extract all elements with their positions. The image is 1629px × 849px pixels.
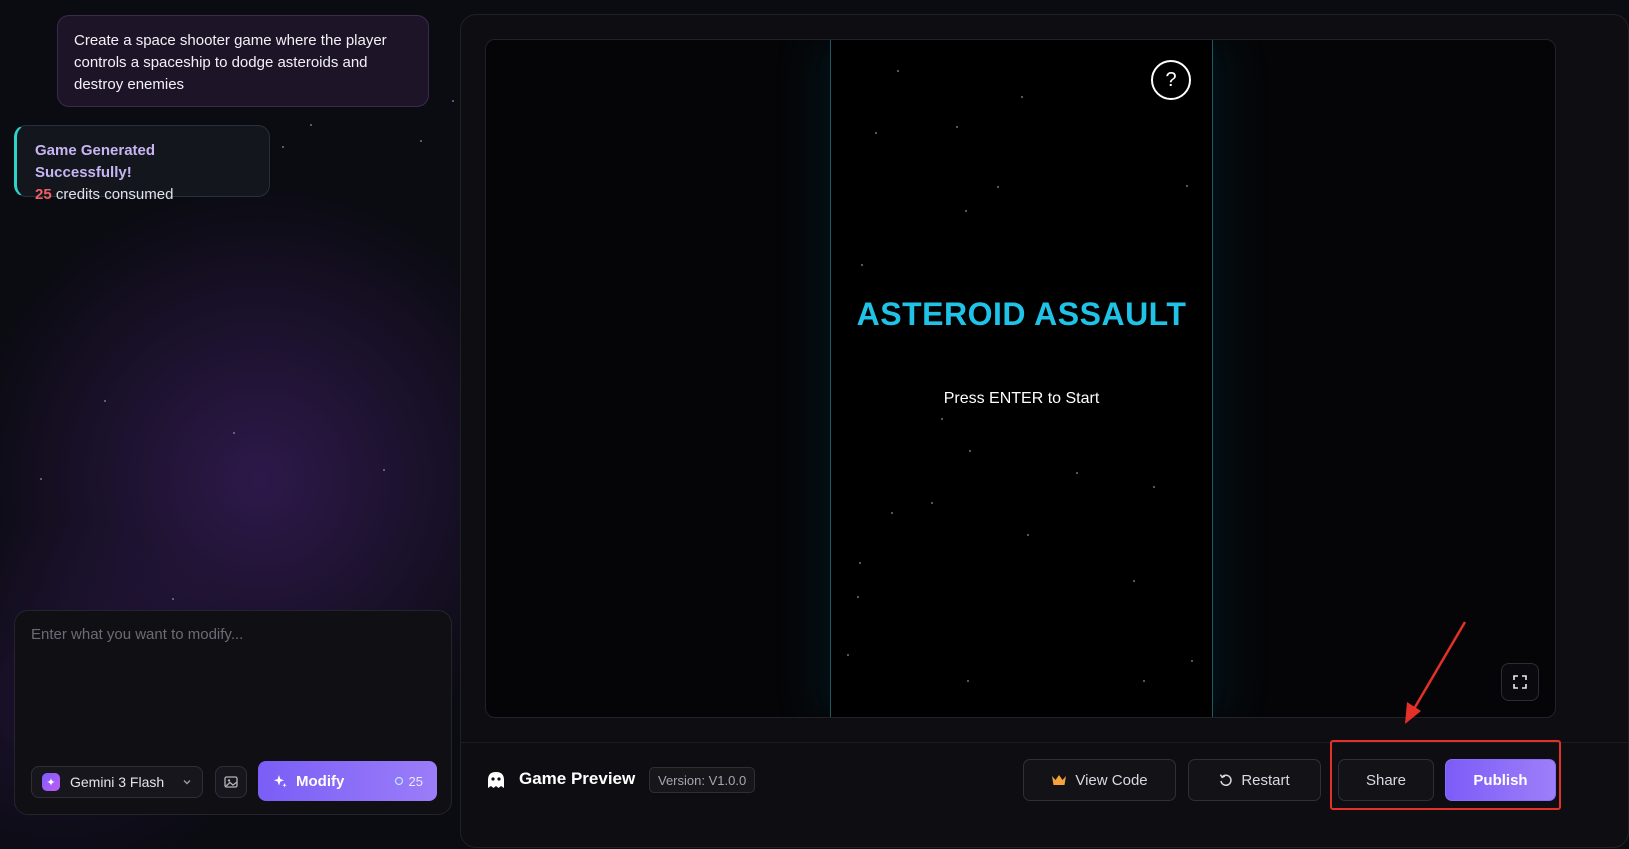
game-title: ASTEROID ASSAULT bbox=[856, 296, 1187, 332]
modify-composer: ✦ Gemini 3 Flash Modify 25 bbox=[14, 610, 452, 815]
star bbox=[233, 432, 235, 434]
star bbox=[40, 478, 42, 480]
success-message-card: Game Generated Successfully! 25 credits … bbox=[14, 125, 270, 203]
star bbox=[1027, 534, 1029, 536]
star bbox=[104, 400, 106, 402]
star bbox=[969, 450, 971, 452]
view-code-label: View Code bbox=[1075, 771, 1148, 789]
restart-button[interactable]: Restart bbox=[1188, 759, 1321, 801]
star bbox=[172, 598, 174, 600]
star bbox=[1191, 660, 1193, 662]
question-mark-icon: ? bbox=[1165, 68, 1177, 91]
star bbox=[1143, 680, 1145, 682]
modify-button[interactable]: Modify 25 bbox=[258, 761, 437, 801]
preview-panel: ASTEROID ASSAULT Press ENTER to Start ? … bbox=[460, 14, 1629, 848]
star bbox=[897, 70, 899, 72]
star bbox=[1076, 472, 1078, 474]
star bbox=[452, 100, 454, 102]
star bbox=[875, 132, 877, 134]
star bbox=[1133, 580, 1135, 582]
user-prompt-bubble: Create a space shooter game where the pl… bbox=[57, 15, 429, 107]
star bbox=[310, 124, 312, 126]
version-badge: Version: V1.0.0 bbox=[649, 767, 756, 793]
crown-icon bbox=[1052, 775, 1067, 785]
star bbox=[891, 512, 893, 514]
sparkle-icon: ✦ bbox=[42, 773, 60, 791]
fullscreen-icon bbox=[1513, 675, 1527, 689]
credits-label: credits consumed bbox=[55, 186, 174, 203]
chevron-down-icon bbox=[183, 780, 191, 785]
star bbox=[420, 140, 422, 142]
image-icon bbox=[224, 776, 238, 788]
game-preview-frame: ASTEROID ASSAULT Press ENTER to Start ? bbox=[485, 39, 1556, 718]
ghost-icon bbox=[488, 772, 504, 788]
star bbox=[967, 680, 969, 682]
star bbox=[861, 264, 863, 266]
restart-icon bbox=[1220, 774, 1232, 787]
upload-image-button[interactable] bbox=[215, 766, 247, 798]
star bbox=[997, 186, 999, 188]
game-preview-label: Game Preview bbox=[519, 769, 636, 788]
star bbox=[282, 146, 284, 148]
user-prompt-text: Create a space shooter game where the pl… bbox=[74, 32, 387, 93]
star bbox=[1153, 486, 1155, 488]
view-code-button[interactable]: View Code bbox=[1023, 759, 1176, 801]
star bbox=[847, 654, 849, 656]
sparkles-icon bbox=[274, 775, 287, 788]
share-label: Share bbox=[1365, 771, 1407, 789]
preview-toolbar: Game Preview Version: V1.0.0 View Code R… bbox=[461, 742, 1628, 849]
model-name: Gemini 3 Flash bbox=[70, 774, 165, 790]
star bbox=[931, 502, 933, 504]
star bbox=[1186, 185, 1188, 187]
modify-button-label: Modify bbox=[296, 772, 345, 790]
help-button[interactable]: ? bbox=[1151, 60, 1191, 100]
model-selector[interactable]: ✦ Gemini 3 Flash bbox=[31, 766, 203, 798]
credits-amount: 25 bbox=[35, 186, 52, 203]
credits-line: 25 credits consumed bbox=[35, 184, 251, 206]
star bbox=[941, 418, 943, 420]
star bbox=[1021, 96, 1023, 98]
credit-icon bbox=[394, 776, 403, 786]
game-canvas[interactable]: ASTEROID ASSAULT Press ENTER to Start ? bbox=[830, 40, 1213, 717]
modify-input[interactable] bbox=[15, 611, 451, 751]
star bbox=[383, 469, 385, 471]
game-start-prompt: Press ENTER to Start bbox=[943, 390, 1100, 407]
star bbox=[965, 210, 967, 212]
publish-label: Publish bbox=[1473, 771, 1528, 789]
fullscreen-button[interactable] bbox=[1501, 663, 1539, 701]
star bbox=[956, 126, 958, 128]
chat-panel: Create a space shooter game where the pl… bbox=[0, 0, 470, 848]
restart-label: Restart bbox=[1241, 771, 1290, 789]
modify-cost: 25 bbox=[394, 774, 423, 789]
star bbox=[859, 562, 861, 564]
success-title: Game Generated Successfully! bbox=[35, 142, 156, 181]
share-button[interactable]: Share bbox=[1338, 759, 1434, 801]
star bbox=[857, 596, 859, 598]
publish-button[interactable]: Publish bbox=[1445, 759, 1556, 801]
modify-cost-value: 25 bbox=[408, 773, 423, 789]
